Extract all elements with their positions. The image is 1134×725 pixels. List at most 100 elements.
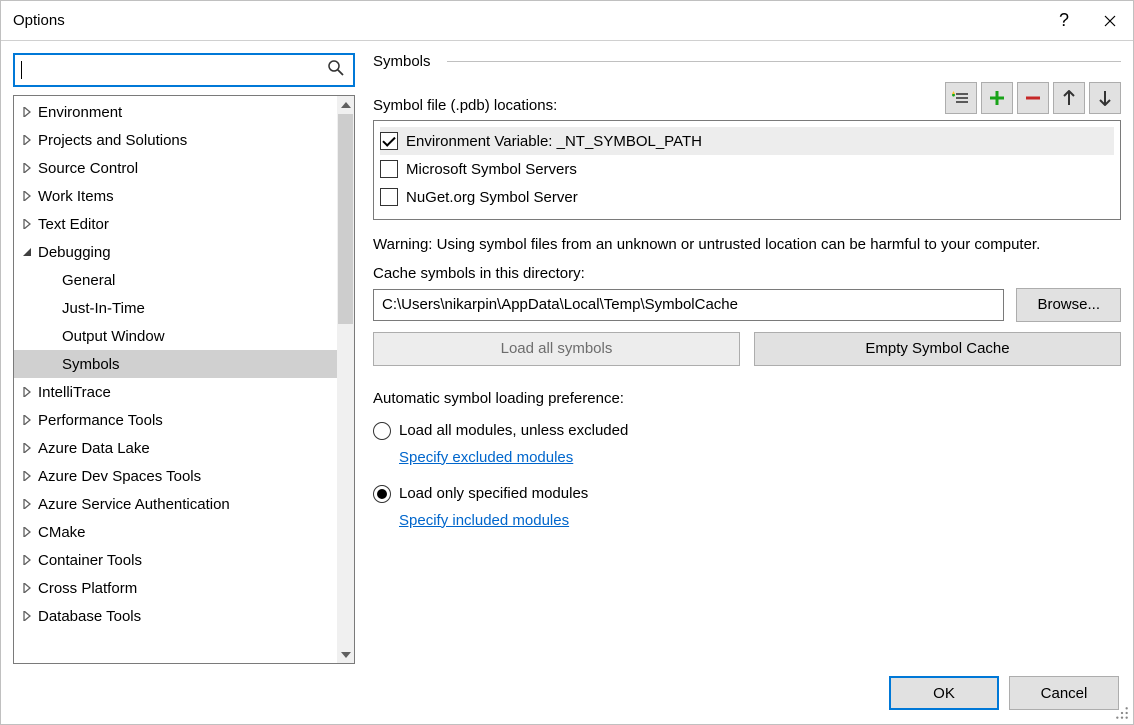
tree-item-label: CMake (38, 524, 86, 541)
tree-item-azure-service-authentication[interactable]: Azure Service Authentication (14, 490, 337, 518)
browse-button[interactable]: Browse... (1016, 288, 1121, 322)
tree-item-work-items[interactable]: Work Items (14, 182, 337, 210)
tree-scrollbar[interactable] (337, 96, 354, 663)
tree-item-label: Text Editor (38, 216, 109, 233)
window-title: Options (13, 12, 65, 29)
tree-item-just-in-time[interactable]: Just-In-Time (14, 294, 337, 322)
scroll-down-button[interactable] (337, 646, 354, 663)
scroll-thumb[interactable] (338, 114, 353, 324)
tree-item-label: Debugging (38, 244, 111, 261)
tree-item-source-control[interactable]: Source Control (14, 154, 337, 182)
empty-cache-label: Empty Symbol Cache (865, 340, 1009, 357)
remove-location-button[interactable] (1017, 82, 1049, 114)
tree-item-label: Container Tools (38, 552, 142, 569)
radio-load-all-input[interactable] (373, 422, 391, 440)
locations-label: Symbol file (.pdb) locations: (373, 97, 935, 114)
heading-divider (447, 61, 1121, 62)
twisty-collapsed-icon (20, 497, 34, 511)
location-row[interactable]: Microsoft Symbol Servers (380, 155, 1114, 183)
tree-item-cross-platform[interactable]: Cross Platform (14, 574, 337, 602)
twisty-collapsed-icon (20, 553, 34, 567)
cache-label: Cache symbols in this directory: (373, 265, 1121, 282)
tree-item-label: Environment (38, 104, 122, 121)
tree-item-projects-and-solutions[interactable]: Projects and Solutions (14, 126, 337, 154)
specify-excluded-link[interactable]: Specify excluded modules (399, 449, 1121, 466)
new-location-folder-button[interactable] (945, 82, 977, 114)
tree-item-label: General (62, 272, 115, 289)
empty-cache-button[interactable]: Empty Symbol Cache (754, 332, 1121, 366)
pref-label: Automatic symbol loading preference: (373, 390, 1121, 407)
twisty-collapsed-icon (20, 609, 34, 623)
search-input[interactable] (21, 55, 319, 85)
add-location-button[interactable] (981, 82, 1013, 114)
tree-item-environment[interactable]: Environment (14, 98, 337, 126)
tree-item-symbols[interactable]: Symbols (14, 350, 337, 378)
tree-item-cmake[interactable]: CMake (14, 518, 337, 546)
locations-list[interactable]: Environment Variable: _NT_SYMBOL_PATH Mic… (373, 120, 1121, 220)
twisty-collapsed-icon (20, 441, 34, 455)
tree-item-azure-dev-spaces-tools[interactable]: Azure Dev Spaces Tools (14, 462, 337, 490)
radio-load-all-label: Load all modules, unless excluded (399, 422, 628, 439)
twisty-collapsed-icon (20, 385, 34, 399)
ok-button[interactable]: OK (889, 676, 999, 710)
twisty-expanded-icon (20, 245, 34, 259)
location-checkbox[interactable] (380, 160, 398, 178)
tree-item-label: Source Control (38, 160, 138, 177)
cache-path-input[interactable] (373, 289, 1004, 321)
twisty-collapsed-icon (20, 161, 34, 175)
load-all-symbols-button[interactable]: Load all symbols (373, 332, 740, 366)
remove-icon (1025, 90, 1041, 106)
options-tree: Environment Projects and Solutions Source … (13, 95, 355, 664)
tree-item-container-tools[interactable]: Container Tools (14, 546, 337, 574)
section-header: Symbols (373, 53, 1121, 70)
help-button[interactable]: ? (1041, 1, 1087, 41)
panel-heading: Symbols (373, 53, 431, 70)
radio-load-specified-input[interactable] (373, 485, 391, 503)
right-pane: Symbols Symbol file (.pdb) locations: (373, 53, 1121, 664)
left-pane: Environment Projects and Solutions Source … (13, 53, 355, 664)
close-icon (1104, 15, 1116, 27)
location-row[interactable]: NuGet.org Symbol Server (380, 183, 1114, 211)
twisty-collapsed-icon (20, 525, 34, 539)
text-caret (21, 61, 22, 79)
new-folder-icon (952, 91, 970, 105)
resize-grip[interactable] (1115, 706, 1129, 720)
tree-item-debugging[interactable]: Debugging (14, 238, 337, 266)
tree-item-output-window[interactable]: Output Window (14, 322, 337, 350)
tree-item-label: Performance Tools (38, 412, 163, 429)
move-up-button[interactable] (1053, 82, 1085, 114)
tree-item-label: Symbols (62, 356, 120, 373)
cancel-label: Cancel (1041, 685, 1088, 702)
tree-item-label: IntelliTrace (38, 384, 111, 401)
arrow-up-icon (1063, 90, 1075, 106)
location-checkbox[interactable] (380, 132, 398, 150)
radio-load-specified[interactable]: Load only specified modules (373, 482, 1121, 506)
tree-item-label: Azure Dev Spaces Tools (38, 468, 201, 485)
location-row[interactable]: Environment Variable: _NT_SYMBOL_PATH (380, 127, 1114, 155)
tree-item-general[interactable]: General (14, 266, 337, 294)
tree-item-label: Azure Data Lake (38, 440, 150, 457)
twisty-collapsed-icon (20, 217, 34, 231)
scroll-up-button[interactable] (337, 96, 354, 113)
tree-item-text-editor[interactable]: Text Editor (14, 210, 337, 238)
browse-button-label: Browse... (1037, 296, 1100, 313)
search-icon (327, 59, 345, 81)
load-all-label: Load all symbols (501, 340, 613, 357)
location-checkbox[interactable] (380, 188, 398, 206)
tree-item-intellitrace[interactable]: IntelliTrace (14, 378, 337, 406)
specify-included-link[interactable]: Specify included modules (399, 512, 1121, 529)
location-label: NuGet.org Symbol Server (406, 189, 578, 206)
arrow-down-icon (1099, 90, 1111, 106)
location-label: Environment Variable: _NT_SYMBOL_PATH (406, 133, 702, 150)
tree-item-azure-data-lake[interactable]: Azure Data Lake (14, 434, 337, 462)
close-button[interactable] (1087, 1, 1133, 41)
tree-item-performance-tools[interactable]: Performance Tools (14, 406, 337, 434)
titlebar: Options ? (1, 1, 1133, 41)
radio-load-all[interactable]: Load all modules, unless excluded (373, 419, 1121, 443)
locations-toolbar (945, 82, 1121, 114)
cancel-button[interactable]: Cancel (1009, 676, 1119, 710)
tree-item-label: Work Items (38, 188, 114, 205)
move-down-button[interactable] (1089, 82, 1121, 114)
tree-item-database-tools[interactable]: Database Tools (14, 602, 337, 630)
search-box[interactable] (13, 53, 355, 87)
